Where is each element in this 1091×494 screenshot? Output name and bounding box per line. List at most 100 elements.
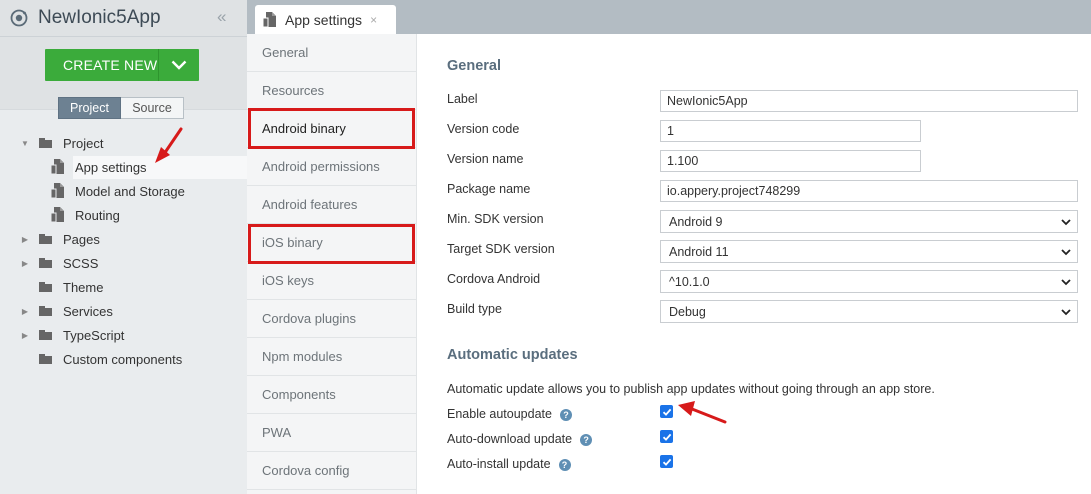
- version-name-input[interactable]: 1.100: [660, 150, 921, 172]
- tree-item-services[interactable]: ▶ Services: [19, 300, 113, 322]
- tree-item-label: TypeScript: [63, 327, 125, 343]
- target-sdk-value: Android 11: [669, 244, 729, 259]
- routing-file-icon: [51, 207, 64, 223]
- tree-item-custom-components[interactable]: Custom components: [19, 348, 182, 370]
- folder-icon: [39, 138, 53, 148]
- build-type-label: Build type: [447, 302, 502, 316]
- nav-item-components[interactable]: Components: [247, 376, 417, 414]
- target-sdk-label: Target SDK version: [447, 242, 555, 256]
- tree-item-typescript[interactable]: ▶ TypeScript: [19, 324, 125, 346]
- tab-app-settings[interactable]: App settings ×: [255, 5, 396, 34]
- chevron-down-icon: [1061, 249, 1071, 256]
- model-file-icon: [51, 183, 64, 199]
- folder-icon: [39, 330, 53, 340]
- enable-autoupdate-checkbox[interactable]: [660, 405, 673, 418]
- version-name-label: Version name: [447, 152, 524, 166]
- settings-file-icon: [262, 11, 276, 27]
- updates-section-title: Automatic updates: [447, 347, 578, 363]
- help-icon[interactable]: ?: [558, 459, 571, 471]
- cordova-android-label: Cordova Android: [447, 272, 541, 286]
- nav-item-android-features[interactable]: Android features: [247, 186, 417, 224]
- expand-down-icon[interactable]: ▼: [19, 139, 31, 148]
- folder-icon: [39, 306, 53, 316]
- general-section-title: General: [447, 58, 501, 74]
- expand-right-icon[interactable]: ▶: [19, 235, 31, 244]
- label-field-label: Label: [447, 92, 478, 106]
- label-input[interactable]: NewIonic5App: [660, 90, 1078, 112]
- settings-content: General Label NewIonic5App Version code …: [418, 34, 1091, 494]
- chevron-down-icon: [1061, 279, 1071, 286]
- build-type-value: Debug: [669, 304, 706, 319]
- auto-download-label: Auto-download update: [447, 432, 573, 446]
- nav-item-resources[interactable]: Resources: [247, 72, 417, 110]
- tree-item-label: Services: [63, 303, 113, 319]
- project-view-button[interactable]: Project: [58, 97, 121, 119]
- tree-item-label: Project: [63, 135, 104, 151]
- min-sdk-label: Min. SDK version: [447, 212, 544, 226]
- nav-item-cordova-config[interactable]: Cordova config: [247, 452, 417, 490]
- tree-item-routing[interactable]: Routing: [51, 204, 120, 226]
- tree-item-theme[interactable]: Theme: [19, 276, 103, 298]
- tree-item-label: App settings: [75, 159, 147, 175]
- min-sdk-value: Android 9: [669, 214, 723, 229]
- titlebar-divider: [0, 36, 247, 37]
- app-title: NewIonic5App: [38, 7, 161, 28]
- close-icon[interactable]: ×: [370, 13, 377, 27]
- expand-right-icon[interactable]: ▶: [19, 307, 31, 316]
- tree-item-label: Custom components: [63, 351, 183, 367]
- tree-item-label: Model and Storage: [75, 183, 185, 199]
- settings-file-icon: [51, 159, 64, 175]
- nav-item-general[interactable]: General: [247, 34, 417, 72]
- collapse-panel-icon[interactable]: «: [217, 7, 227, 27]
- nav-item-pwa[interactable]: PWA: [247, 414, 417, 452]
- create-new-button[interactable]: CREATE NEW: [45, 49, 199, 81]
- version-code-label: Version code: [447, 122, 520, 136]
- expand-right-icon[interactable]: ▶: [19, 331, 31, 340]
- auto-install-row: Auto-install update?: [447, 457, 571, 471]
- nav-item-cordova-plugins[interactable]: Cordova plugins: [247, 300, 417, 338]
- tab-label: App settings: [285, 11, 363, 28]
- auto-install-checkbox[interactable]: [660, 455, 673, 468]
- source-view-button[interactable]: Source: [121, 97, 184, 119]
- chevron-down-icon: [1061, 309, 1071, 316]
- auto-install-label: Auto-install update: [447, 457, 551, 471]
- cordova-android-value: ^10.1.0: [669, 274, 710, 289]
- enable-autoupdate-label: Enable autoupdate: [447, 407, 552, 421]
- nav-item-ios-keys[interactable]: iOS keys: [247, 262, 417, 300]
- tree-item-model-storage[interactable]: Model and Storage: [51, 180, 185, 202]
- auto-download-checkbox[interactable]: [660, 430, 673, 443]
- version-code-input[interactable]: 1: [660, 120, 921, 142]
- chevron-down-icon: [1061, 219, 1071, 226]
- project-panel: NewIonic5App « CREATE NEW Project Source…: [0, 0, 247, 494]
- chevron-down-icon[interactable]: [159, 60, 199, 70]
- nav-item-npm-modules[interactable]: Npm modules: [247, 338, 417, 376]
- annotation-arrow-icon: [678, 401, 727, 424]
- tree-item-pages[interactable]: ▶ Pages: [19, 228, 100, 250]
- checkmark-icon: [662, 433, 671, 441]
- nav-item-ios-binary[interactable]: iOS binary: [247, 224, 417, 262]
- settings-nav: General Resources Android binary Android…: [247, 34, 417, 494]
- editor-tabbar: App settings ×: [247, 0, 1091, 34]
- folder-icon: [39, 258, 53, 268]
- folder-icon: [39, 354, 53, 364]
- build-type-select[interactable]: Debug: [660, 300, 1078, 323]
- package-name-input[interactable]: io.appery.project748299: [660, 180, 1078, 202]
- expand-right-icon[interactable]: ▶: [19, 259, 31, 268]
- help-icon[interactable]: ?: [580, 434, 593, 446]
- folder-icon: [39, 282, 53, 292]
- create-new-label: CREATE NEW: [63, 57, 158, 73]
- tree-item-app-settings[interactable]: App settings: [51, 156, 147, 178]
- min-sdk-select[interactable]: Android 9: [660, 210, 1078, 233]
- help-icon[interactable]: ?: [559, 409, 572, 421]
- nav-item-android-permissions[interactable]: Android permissions: [247, 148, 417, 186]
- app-logo-icon: [10, 9, 28, 27]
- cordova-android-select[interactable]: ^10.1.0: [660, 270, 1078, 293]
- tree-item-label: Routing: [75, 207, 120, 223]
- nav-item-android-binary[interactable]: Android binary: [247, 110, 417, 148]
- updates-description: Automatic update allows you to publish a…: [447, 382, 935, 396]
- tree-item-scss[interactable]: ▶ SCSS: [19, 252, 98, 274]
- auto-download-row: Auto-download update?: [447, 432, 593, 446]
- tree-item-project[interactable]: ▼ Project: [19, 132, 103, 154]
- target-sdk-select[interactable]: Android 11: [660, 240, 1078, 263]
- project-titlebar: NewIonic5App «: [0, 0, 247, 36]
